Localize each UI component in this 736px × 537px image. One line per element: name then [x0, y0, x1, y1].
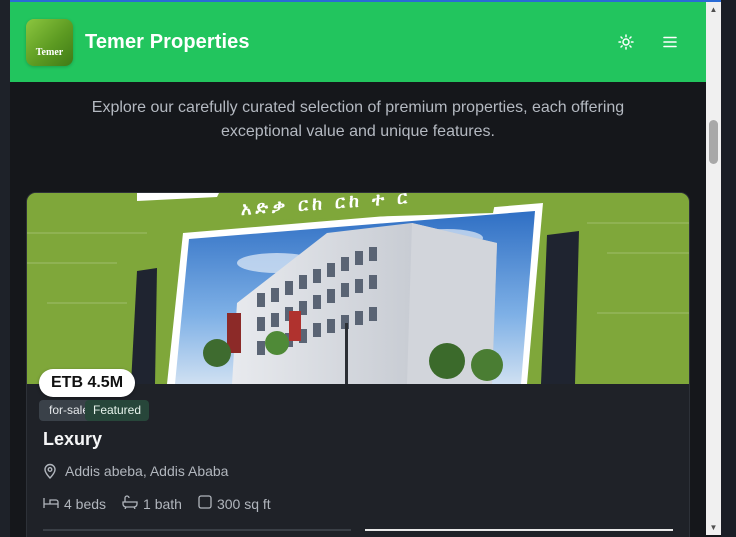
- details-button[interactable]: [43, 529, 351, 531]
- vertical-scrollbar[interactable]: ▲ ▼: [706, 2, 721, 535]
- property-title[interactable]: Lexury: [43, 429, 102, 450]
- property-card[interactable]: አድቃ ርከ ርከ ተ ር ETB 4.5M for-sale Featured…: [26, 192, 690, 537]
- tag-row: for-sale Featured: [39, 400, 150, 421]
- featured-badge: Featured: [85, 400, 150, 421]
- site-header: Temer Temer Properties: [10, 2, 706, 82]
- property-features: 4 beds 1 bath 300 sq ft: [43, 495, 271, 512]
- left-edge: [0, 0, 10, 537]
- baths-feature: 1 bath: [122, 495, 182, 512]
- intro-text: Explore our carefully curated selection …: [10, 82, 706, 192]
- brand-logo[interactable]: Temer: [26, 18, 73, 66]
- price-badge: ETB 4.5M: [39, 369, 136, 397]
- bath-icon: [122, 495, 138, 512]
- map-pin-icon: [43, 463, 57, 479]
- baths-text: 1 bath: [143, 495, 182, 512]
- location-text: Addis abeba, Addis Ababa: [65, 463, 229, 479]
- contact-button[interactable]: [365, 529, 673, 531]
- property-image[interactable]: አድቃ ርከ ርከ ተ ር: [27, 193, 689, 384]
- bed-icon: [43, 496, 59, 512]
- sun-icon[interactable]: [614, 30, 638, 54]
- brand-title[interactable]: Temer Properties: [85, 31, 250, 54]
- menu-icon[interactable]: [658, 30, 682, 54]
- area-square-icon: [198, 495, 212, 512]
- desktop-edge: [721, 0, 736, 537]
- area-text: 300 sq ft: [216, 495, 271, 512]
- beds-text: 4 beds: [64, 495, 107, 512]
- scroll-down-arrow-icon[interactable]: ▼: [706, 520, 721, 535]
- app-window: Temer Temer Properties Explore our caref…: [0, 0, 736, 537]
- logo-text: Temer: [35, 46, 64, 58]
- scrollbar-thumb[interactable]: [709, 120, 718, 164]
- area-feature: 300 sq ft: [198, 495, 271, 512]
- card-actions: [43, 529, 675, 537]
- beds-feature: 4 beds: [43, 495, 106, 512]
- scroll-up-arrow-icon[interactable]: ▲: [706, 2, 721, 17]
- property-location: Addis abeba, Addis Ababa: [43, 463, 228, 479]
- header-actions: [614, 30, 690, 54]
